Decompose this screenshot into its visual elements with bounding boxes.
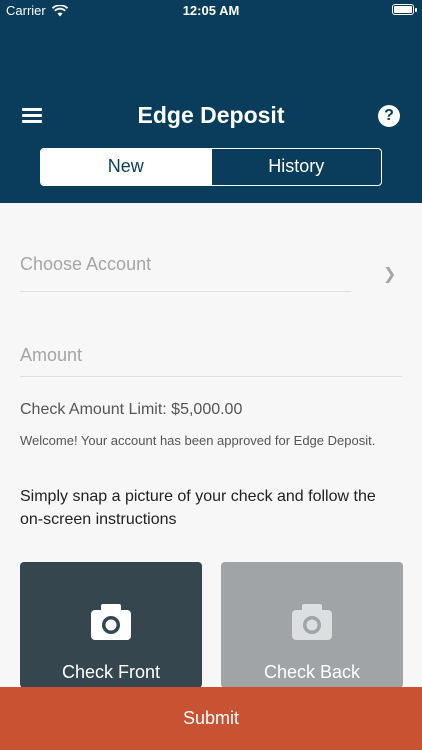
welcome-message: Welcome! Your account has been approved … [20,433,376,448]
amount-field-container [20,339,402,377]
choose-account-field[interactable]: Choose Account [20,254,351,292]
check-amount-limit: Check Amount Limit: $5,000.00 [20,401,243,418]
check-front-button[interactable]: Check Front [20,562,202,688]
status-time: 12:05 AM [182,3,240,18]
check-back-button[interactable]: Check Back [221,562,403,688]
instructions-text: Simply snap a picture of your check and … [20,488,376,528]
tab-new[interactable]: New [41,149,211,185]
page-title: Edge Deposit [137,102,285,128]
tab-history[interactable]: History [210,149,382,185]
nav-bar: Edge Deposit ? [0,96,422,138]
help-icon[interactable]: ? [378,105,400,127]
check-back-label: Check Back [263,662,361,682]
segmented-control: New History [40,148,382,186]
status-bar: Carrier 12:05 AM [0,0,422,22]
amount-input[interactable] [20,339,402,371]
chevron-right-icon[interactable]: ❯ [383,264,396,284]
camera-icon [91,604,131,640]
battery-icon [392,4,417,15]
choose-account-placeholder: Choose Account [20,254,152,274]
battery-level [394,6,412,13]
header: Carrier 12:05 AM Edge Deposit ? New Hist… [0,0,422,203]
camera-icon [292,604,332,640]
check-front-label: Check Front [61,662,161,682]
submit-button[interactable]: Submit [0,687,422,750]
